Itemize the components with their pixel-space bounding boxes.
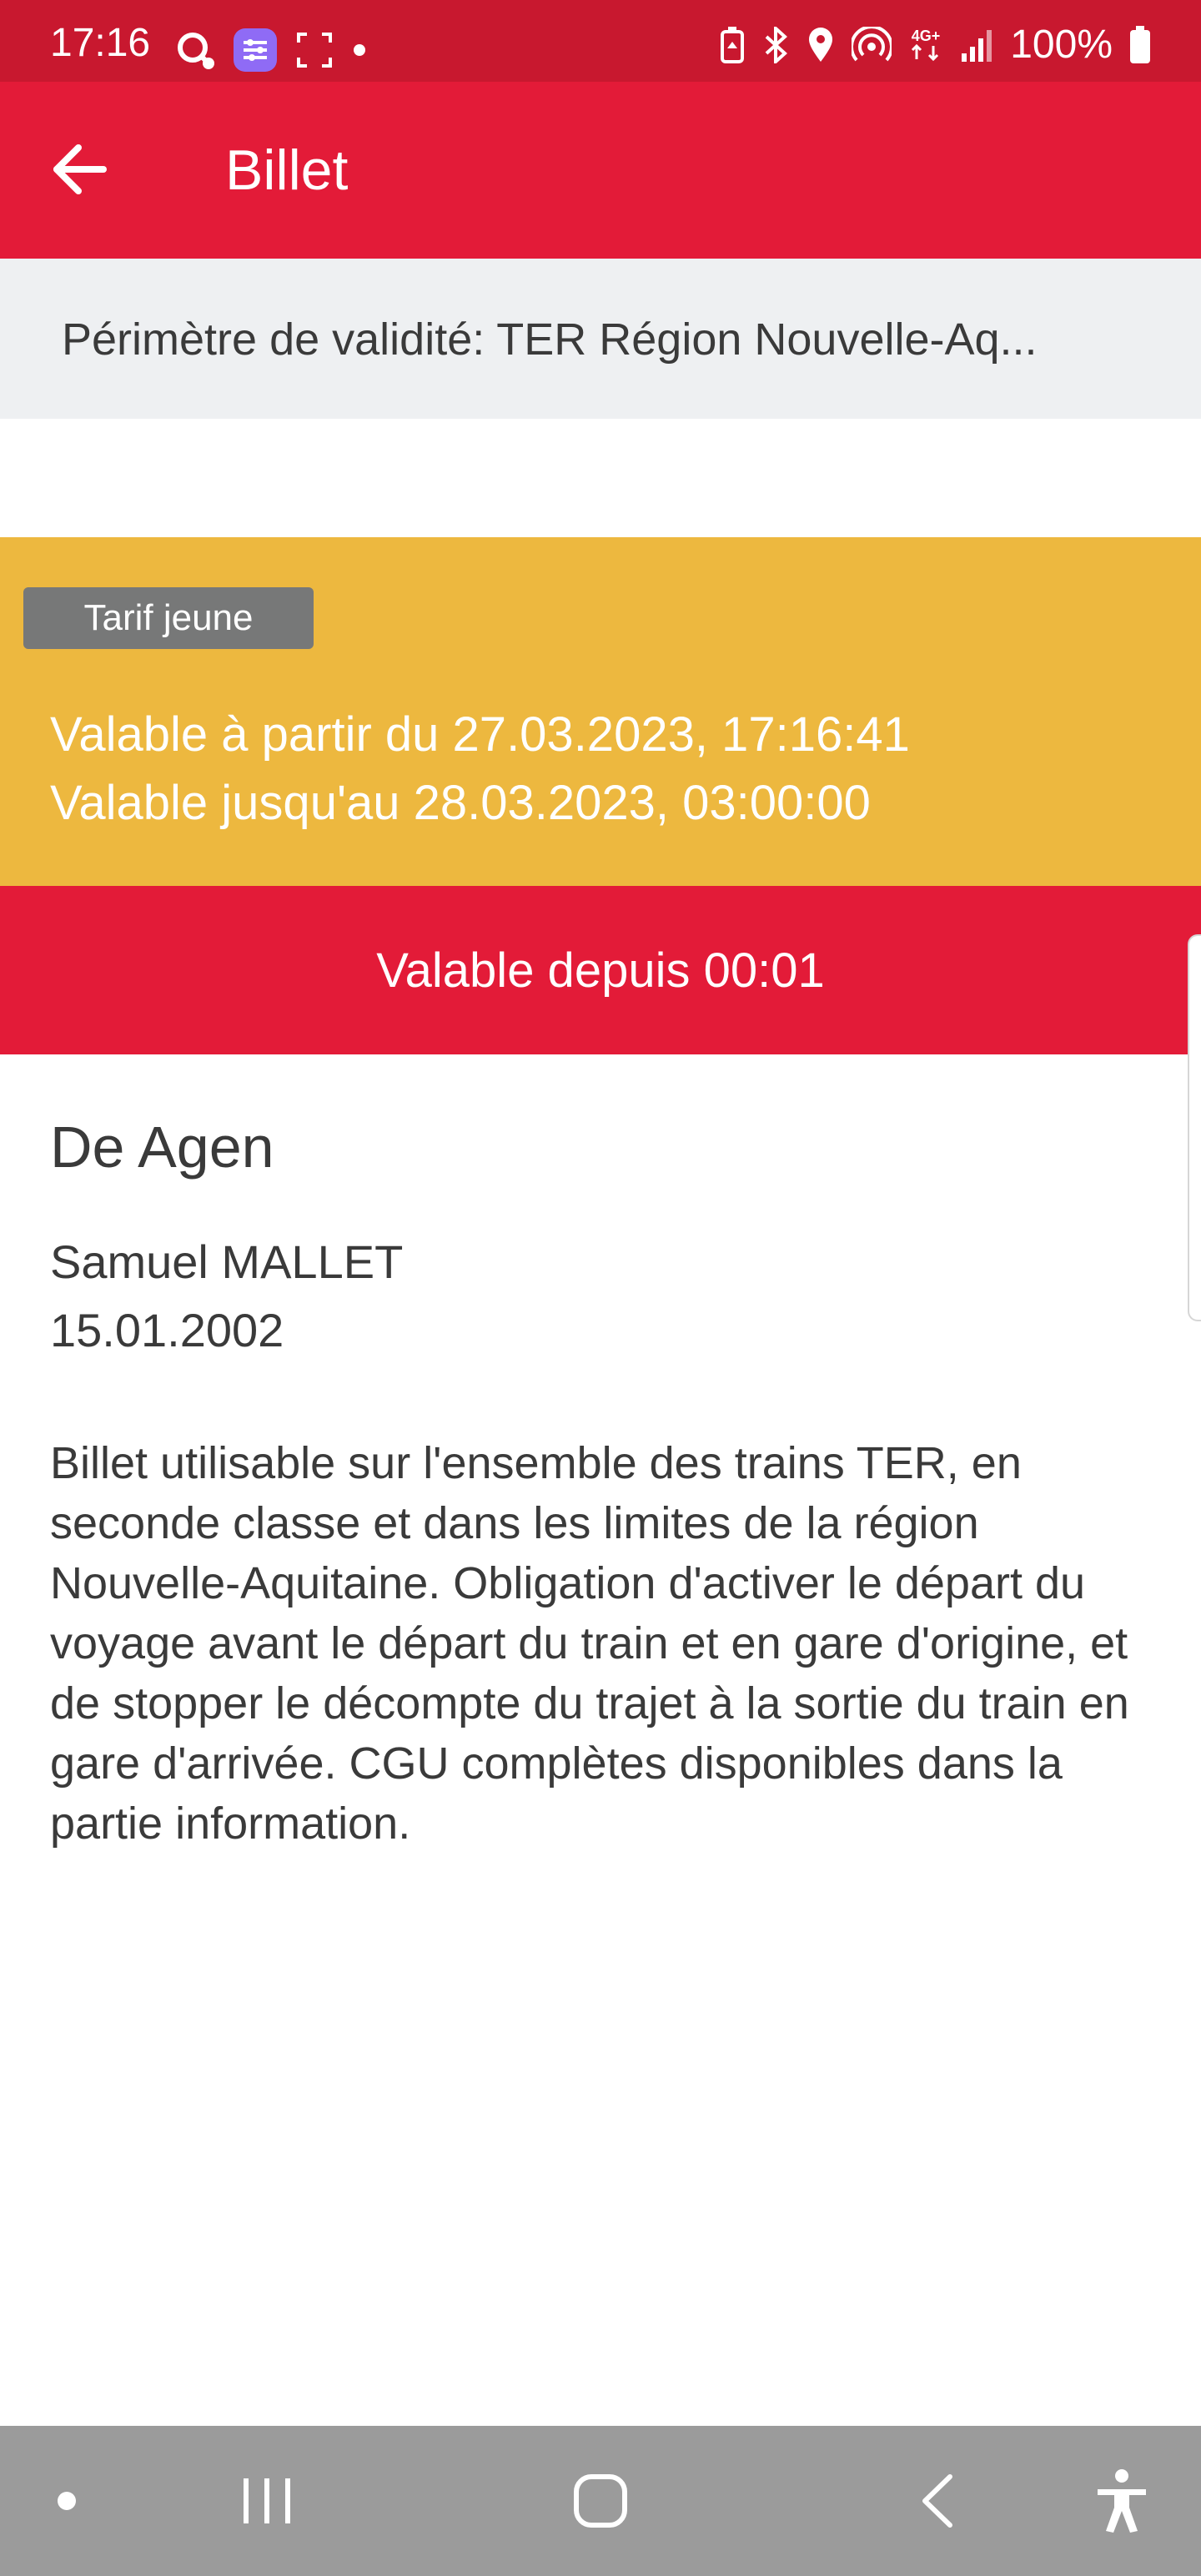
valid-from-text: Valable à partir du 27.03.2023, 17:16:41 (50, 707, 910, 762)
recent-apps-icon (244, 2478, 290, 2523)
app-bar: Billet (0, 82, 1201, 259)
search-notification-icon (178, 33, 214, 69)
screenshot-icon (297, 33, 332, 68)
active-timer-bar: Valable depuis 00:01 (0, 886, 1201, 1054)
validity-panel: Tarif jeune Valable à partir du 27.03.20… (0, 537, 1201, 886)
status-time: 17:16 (50, 21, 151, 65)
passenger-info: Samuel MALLET 15.01.2002 (50, 1228, 403, 1365)
validity-scope-banner[interactable]: Périmètre de validité: TER Région Nouvel… (0, 259, 1201, 419)
hotspot-icon (852, 27, 892, 62)
scroll-handle[interactable] (1188, 934, 1201, 1321)
battery-saver-icon (721, 27, 745, 63)
validity-scope-text: Périmètre de validité: TER Région Nouvel… (62, 314, 1038, 365)
svg-text:4G+: 4G+ (912, 28, 941, 44)
battery-icon (1130, 26, 1150, 63)
valid-until-text: Valable jusqu'au 28.03.2023, 03:00:00 (50, 776, 871, 830)
system-nav-bar (0, 2426, 1201, 2576)
bluetooth-icon (765, 27, 788, 63)
location-icon (809, 28, 833, 62)
home-button[interactable] (559, 2459, 642, 2543)
status-bar: 17:16 4G+ 100% (0, 0, 1201, 82)
passenger-birth-date: 15.01.2002 (50, 1304, 284, 1356)
4g-data-icon: 4G+ (912, 28, 941, 62)
page-title: Billet (225, 138, 349, 202)
status-right: 4G+ 100% (720, 25, 1151, 65)
passenger-name: Samuel MALLET (50, 1235, 404, 1288)
back-button[interactable] (50, 140, 125, 199)
signal-icon (962, 30, 992, 62)
accessibility-button[interactable] (1084, 2459, 1159, 2543)
nav-back-button[interactable] (901, 2459, 976, 2543)
active-timer-text: Valable depuis 00:01 (376, 943, 825, 998)
home-icon (574, 2474, 627, 2528)
dot-icon (58, 2492, 76, 2510)
ticket-terms: Billet utilisable sur l'ensemble des tra… (50, 1438, 1129, 1849)
nav-dot[interactable] (42, 2459, 92, 2543)
battery-percent: 100% (1010, 23, 1113, 67)
recent-apps-button[interactable] (225, 2459, 309, 2543)
arrow-left-icon (53, 144, 107, 194)
origin-station: De Agen (50, 1114, 274, 1180)
tariff-badge: Tarif jeune (23, 587, 314, 649)
settings-app-icon (234, 28, 277, 72)
back-icon (922, 2474, 952, 2528)
dot-icon (354, 44, 365, 56)
status-left-icons (175, 28, 367, 72)
accessibility-icon (1098, 2469, 1146, 2533)
